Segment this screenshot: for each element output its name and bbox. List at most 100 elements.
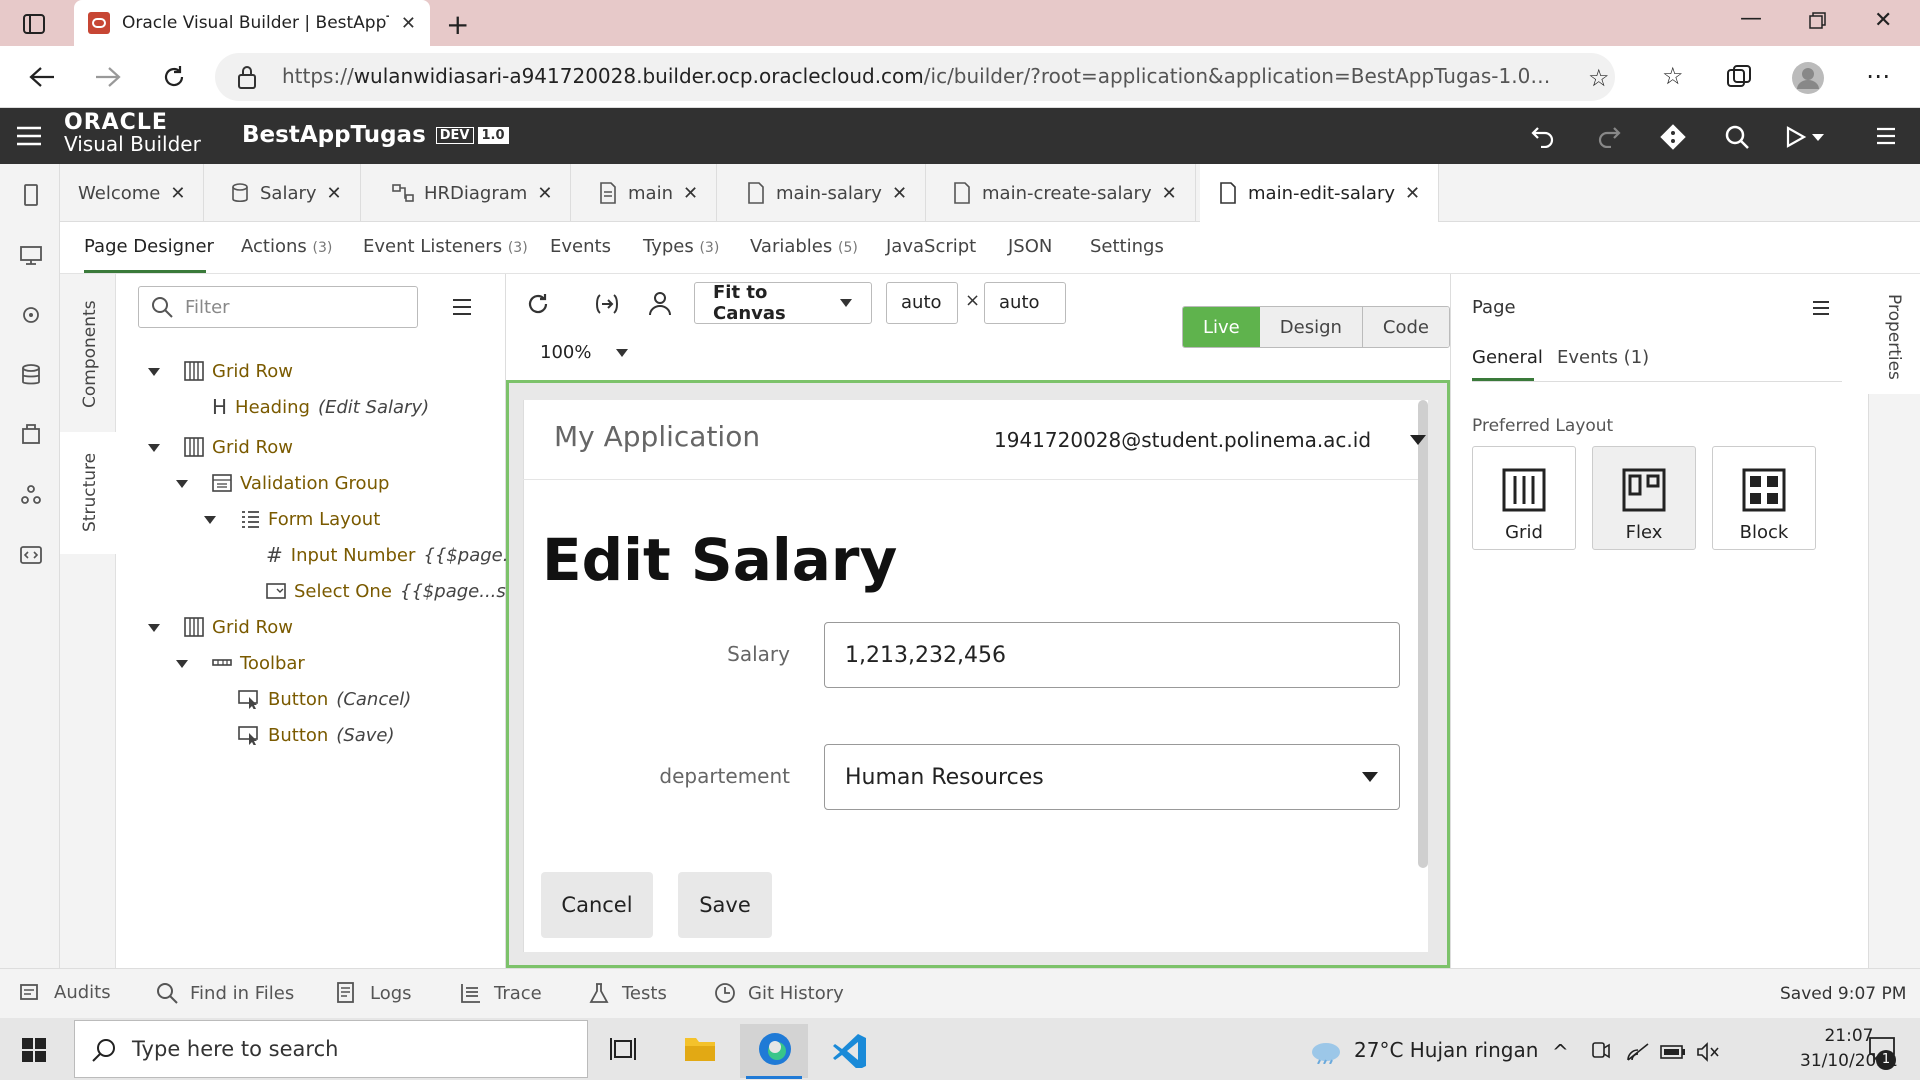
tab-variables[interactable]: Variables (5) <box>750 236 858 257</box>
refresh-canvas-icon[interactable] <box>526 292 550 316</box>
collapse-caret-icon[interactable] <box>148 444 160 452</box>
properties-menu-icon[interactable] <box>1812 300 1830 316</box>
mode-design[interactable]: Design <box>1259 307 1362 347</box>
profile-avatar[interactable] <box>1792 62 1824 94</box>
collapse-caret-icon[interactable] <box>148 368 160 376</box>
tab-main-salary[interactable]: main-salary ✕ <box>728 164 927 222</box>
search-icon[interactable] <box>1724 124 1750 150</box>
trace-button[interactable]: Trace <box>460 982 542 1004</box>
close-tab-icon[interactable]: ✕ <box>401 13 416 34</box>
close-icon[interactable]: ✕ <box>327 183 342 204</box>
salary-input[interactable]: 1,213,232,456 <box>824 622 1400 688</box>
tree-item-toolbar[interactable]: Toolbar <box>212 648 305 678</box>
zoom-select[interactable]: 100% <box>540 342 629 363</box>
browser-tab-active[interactable]: Oracle Visual Builder | BestAppTugas ✕ <box>74 0 430 46</box>
components-side-tab[interactable]: Components <box>80 300 100 408</box>
tab-salary[interactable]: Salary ✕ <box>212 164 361 222</box>
collapse-caret-icon[interactable] <box>176 660 188 668</box>
tab-events-props[interactable]: Events (1) <box>1557 347 1649 368</box>
tab-json[interactable]: JSON <box>1008 236 1052 257</box>
mode-live[interactable]: Live <box>1183 307 1260 347</box>
git-history-button[interactable]: Git History <box>714 982 844 1004</box>
tree-item-grid-row[interactable]: Grid Row <box>184 612 293 642</box>
audits-button[interactable]: Audits <box>20 982 111 1003</box>
tree-item-grid-row[interactable]: Grid Row <box>184 356 293 386</box>
redo-icon[interactable] <box>1596 124 1622 148</box>
mobile-apps-icon[interactable] <box>18 182 44 208</box>
battery-icon[interactable] <box>1660 1044 1686 1060</box>
refresh-icon[interactable] <box>152 55 196 99</box>
tab-main[interactable]: main ✕ <box>580 164 718 222</box>
tab-actions-icon[interactable] <box>22 12 46 36</box>
tab-events[interactable]: Events <box>550 236 611 257</box>
edge-browser-icon[interactable] <box>758 1032 792 1066</box>
logs-button[interactable]: Logs <box>336 982 412 1004</box>
tree-item-form-layout[interactable]: Form Layout <box>240 504 380 534</box>
find-in-files-button[interactable]: Find in Files <box>156 982 294 1004</box>
collapse-caret-icon[interactable] <box>204 516 216 524</box>
layout-grid-button[interactable]: Grid <box>1472 446 1576 550</box>
structure-menu-icon[interactable] <box>452 298 472 316</box>
close-window-icon[interactable]: ✕ <box>1874 8 1892 33</box>
hamburger-icon[interactable] <box>16 125 42 147</box>
windows-start-icon[interactable] <box>22 1038 46 1062</box>
layouts-icon[interactable] <box>18 482 44 508</box>
restore-icon[interactable] <box>1808 12 1826 30</box>
input-parameters-icon[interactable] <box>594 292 620 316</box>
collections-icon[interactable] <box>1726 64 1752 90</box>
favorites-icon[interactable]: ☆ <box>1662 62 1684 90</box>
tab-javascript[interactable]: JavaScript <box>886 236 976 257</box>
tab-settings[interactable]: Settings <box>1090 236 1164 257</box>
lock-icon[interactable] <box>236 64 258 90</box>
forward-icon[interactable] <box>86 55 130 99</box>
weather-text[interactable]: 27°C Hujan ringan <box>1354 1038 1538 1062</box>
menu-icon[interactable] <box>1876 126 1896 146</box>
save-button[interactable]: Save <box>678 872 772 938</box>
properties-side-tab[interactable]: Properties <box>1884 294 1904 380</box>
tree-item-heading[interactable]: H Heading (Edit Salary) <box>212 392 429 422</box>
tab-actions[interactable]: Actions (3) <box>241 236 332 257</box>
filter-input[interactable]: Filter <box>138 286 418 328</box>
close-icon[interactable]: ✕ <box>892 183 907 204</box>
close-icon[interactable]: ✕ <box>170 183 185 204</box>
services-icon[interactable] <box>18 302 44 328</box>
collapse-caret-icon[interactable] <box>148 624 160 632</box>
run-icon[interactable] <box>1786 126 1826 148</box>
components-icon[interactable] <box>18 422 44 448</box>
speaker-muted-icon[interactable] <box>1696 1042 1720 1062</box>
tree-item-button-cancel[interactable]: Button (Cancel) <box>238 684 411 714</box>
width-input[interactable]: auto <box>886 282 958 324</box>
structure-side-tab[interactable]: Structure <box>80 453 100 532</box>
file-explorer-icon[interactable] <box>684 1034 716 1062</box>
tab-page-designer[interactable]: Page Designer <box>84 236 214 257</box>
close-icon[interactable]: ✕ <box>537 183 552 204</box>
back-icon[interactable] <box>20 55 64 99</box>
web-apps-icon[interactable] <box>18 242 44 268</box>
new-tab-icon[interactable]: + <box>446 8 469 41</box>
user-menu[interactable]: 1941720028@student.polinema.ac.id <box>994 428 1427 452</box>
tab-welcome[interactable]: Welcome ✕ <box>60 164 205 222</box>
tree-item-button-save[interactable]: Button (Save) <box>238 720 395 750</box>
fit-to-canvas-select[interactable]: Fit to Canvas <box>694 282 872 324</box>
vscode-icon[interactable] <box>832 1032 868 1068</box>
height-input[interactable]: auto <box>984 282 1066 324</box>
tree-item-grid-row[interactable]: Grid Row <box>184 432 293 462</box>
mode-code[interactable]: Code <box>1361 307 1450 347</box>
more-icon[interactable]: ⋯ <box>1866 62 1890 90</box>
minimize-icon[interactable]: — <box>1740 6 1762 31</box>
preview-scrollbar[interactable] <box>1418 400 1428 868</box>
layout-flex-button[interactable]: Flex <box>1592 446 1696 550</box>
source-icon[interactable] <box>18 542 44 568</box>
meet-icon[interactable] <box>1590 1040 1610 1062</box>
url-text[interactable]: https://wulanwidiasari-a941720028.builde… <box>282 64 1552 88</box>
wifi-icon[interactable] <box>1626 1042 1650 1062</box>
layout-block-button[interactable]: Block <box>1712 446 1816 550</box>
cancel-button[interactable]: Cancel <box>541 872 653 938</box>
tab-general[interactable]: General <box>1472 347 1543 368</box>
business-objects-icon[interactable] <box>18 362 44 388</box>
tab-main-create-salary[interactable]: main-create-salary ✕ <box>934 164 1196 222</box>
department-select[interactable]: Human Resources <box>824 744 1400 810</box>
close-icon[interactable]: ✕ <box>1162 183 1177 204</box>
close-icon[interactable]: ✕ <box>683 183 698 204</box>
close-icon[interactable]: ✕ <box>1405 183 1420 204</box>
